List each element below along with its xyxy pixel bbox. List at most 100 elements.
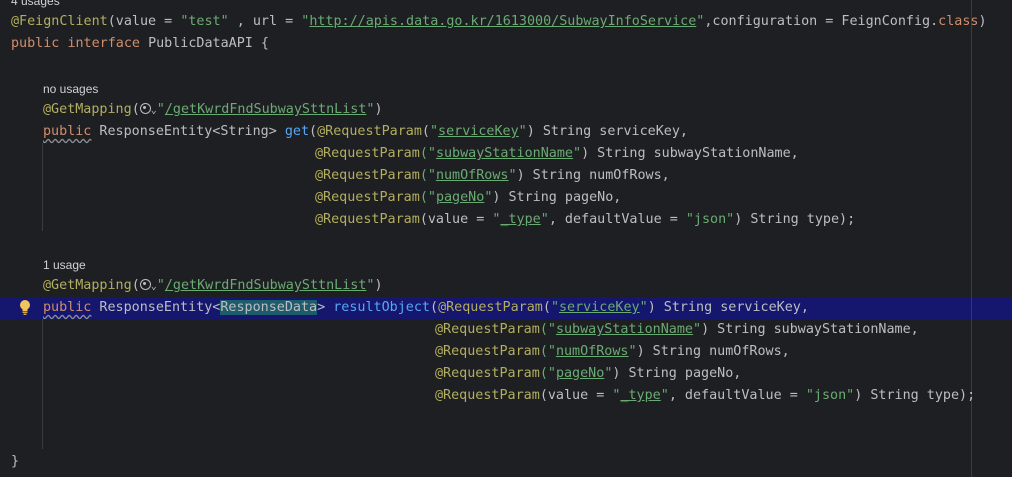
string-literal: " [693,322,702,337]
code-line[interactable]: @RequestParam("subwayStationName") Strin… [315,143,799,165]
code-line[interactable]: public ResponseEntity<ResponseData> resu… [43,297,809,319]
code-text: , defaultValue = [548,212,686,227]
param-name: _type [500,212,541,227]
keyword: public [43,124,92,139]
code-text: ) String pageNo, [612,366,742,381]
code-line[interactable]: @RequestParam(value = "_type", defaultVa… [315,209,855,231]
string-literal: " [540,212,549,227]
string-literal: "json" [685,212,735,227]
annotation: @GetMapping [43,278,132,293]
string-literal: " [660,388,669,403]
code-text: ) String numOfRows, [516,168,670,183]
code-line[interactable]: @GetMapping(⌄"/getKwrdFndSubwaySttnList"… [43,275,383,297]
string-literal: (" [539,322,556,337]
string-literal: " [156,102,165,117]
code-text: ( [421,124,430,139]
code-text: ( [430,300,439,315]
indent-guide [42,319,43,449]
annotation: @RequestParam [317,124,422,139]
code-text: > [317,300,334,315]
code-text: ) String numOfRows, [636,344,790,359]
code-text: ResponseEntity< [91,300,221,315]
annotation: @RequestParam [435,344,540,359]
code-line[interactable]: @RequestParam("pageNo") String pageNo, [435,363,741,385]
code-text: ( [309,124,318,139]
code-line[interactable]: public interface PublicDataAPI { [11,33,269,55]
code-text: ,configuration = FeignConfig. [704,14,939,29]
selected-text[interactable]: ResponseData [220,300,318,315]
param-name: numOfRows [435,168,509,183]
keyword: public [43,300,92,315]
closing-brace: } [11,454,20,469]
string-literal: " [156,278,165,293]
param-name: numOfRows [555,344,629,359]
string-literal: "json" [805,388,855,403]
url-link[interactable]: http://apis.data.go.kr/1613000/SubwayInf… [309,14,696,29]
code-text: ) [374,102,383,117]
code-text: ) String pageNo, [492,190,622,205]
param-name: serviceKey [438,124,519,139]
param-name: pageNo [555,366,605,381]
string-literal: " [628,344,637,359]
usages-hint[interactable]: 1 usage [43,256,86,274]
endpoint-link[interactable]: /getKwrdFndSubwaySttnList [165,278,367,293]
annotation: @RequestParam [315,190,420,205]
annotation: @RequestParam [315,146,420,161]
method-name: get [284,124,310,139]
string-literal: " [429,124,439,139]
keyword: public [11,36,68,51]
method-name: resultObject [333,300,430,315]
code-line[interactable]: @RequestParam(value = "_type", defaultVa… [435,385,975,407]
usages-hint[interactable]: no usages [43,80,98,98]
string-literal: (" [539,344,556,359]
string-literal: (" [419,190,436,205]
code-line[interactable]: } [11,451,19,473]
code-text: PublicDataAPI { [148,36,269,51]
code-text: ) String type); [734,212,856,227]
usages-hint[interactable]: 4 usages [11,0,60,10]
param-name: _type [620,388,661,403]
code-line[interactable]: @RequestParam("numOfRows") String numOfR… [435,341,790,363]
annotation: @RequestParam [435,322,540,337]
code-line[interactable]: @RequestParam("numOfRows") String numOfR… [315,165,670,187]
lightbulb-icon[interactable] [19,299,31,316]
code-text: ResponseEntity<String> [91,124,285,139]
code-line[interactable]: @RequestParam("pageNo") String pageNo, [315,187,621,209]
code-text: ) String type); [854,388,976,403]
keyword: class [938,14,979,29]
code-line[interactable]: @GetMapping(⌄"/getKwrdFndSubwaySttnList"… [43,99,383,121]
param-name: pageNo [435,190,485,205]
annotation: @RequestParam [315,168,420,183]
annotation: @RequestParam [435,388,540,403]
string-literal: " [518,124,527,139]
code-text: , defaultValue = [668,388,806,403]
code-text: ) [374,278,383,293]
code-text: (value = [539,388,613,403]
annotation: @GetMapping [43,102,132,117]
param-name: subwayStationName [555,322,693,337]
annotation: @RequestParam [438,300,543,315]
indent-guide [42,143,43,231]
code-text: (value = [107,14,181,29]
globe-icon[interactable] [139,279,151,290]
globe-icon[interactable] [139,103,151,114]
code-text: , url = [228,14,302,29]
string-literal: "test" [180,14,229,29]
code-text: (value = [419,212,493,227]
code-line[interactable]: @RequestParam("subwayStationName") Strin… [435,319,919,341]
annotation: @RequestParam [435,366,540,381]
string-literal: (" [419,146,436,161]
code-text: ( [131,102,140,117]
code-line[interactable]: @FeignClient(value = "test" , url = "htt… [11,11,987,33]
annotation: @RequestParam [315,212,420,227]
code-editor[interactable]: 4 usages @FeignClient(value = "test" , u… [0,0,1012,477]
keyword: interface [67,36,149,51]
code-text: ( [542,300,551,315]
code-text: ) [978,14,987,29]
annotation: @FeignClient [11,14,108,29]
endpoint-link[interactable]: /getKwrdFndSubwaySttnList [165,102,367,117]
string-literal: " [573,146,582,161]
string-literal: (" [419,168,436,183]
code-line[interactable]: public ResponseEntity<String> get(@Reque… [43,121,688,143]
string-literal: (" [539,366,556,381]
